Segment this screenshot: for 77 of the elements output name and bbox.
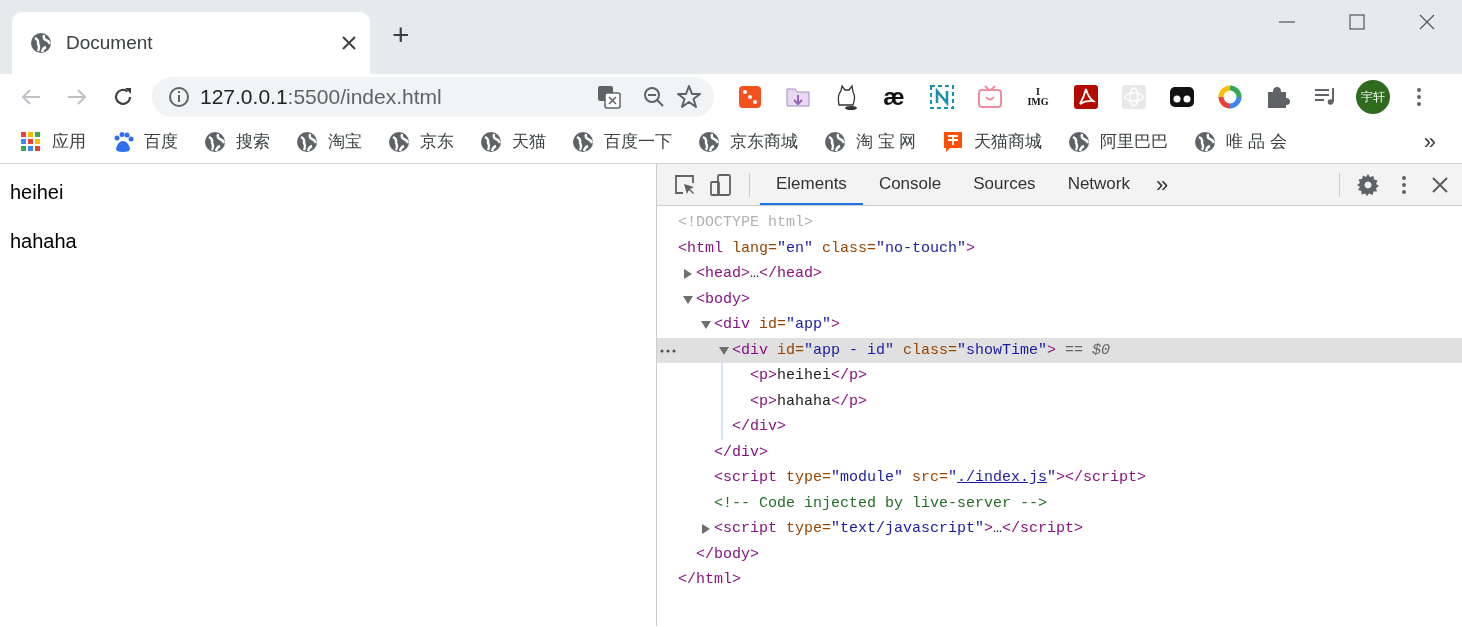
dom-node-line[interactable]: <p>heihei</p>	[723, 363, 1462, 389]
globe-icon	[1068, 130, 1091, 153]
apps-icon	[20, 130, 42, 153]
device-icon[interactable]	[709, 172, 733, 197]
globe-icon	[388, 130, 410, 153]
bookmark-link[interactable]: 应用	[20, 128, 86, 155]
globe-icon	[1194, 130, 1217, 153]
collapsed-arrow-icon[interactable]	[700, 523, 712, 535]
dom-node-line[interactable]: <script type="module" src="./index.js"></script>	[657, 465, 1462, 491]
expanded-arrow-icon[interactable]	[718, 344, 730, 357]
devtools-tab[interactable]: Network	[1051, 164, 1146, 205]
new-tab-button[interactable]: +	[388, 20, 414, 50]
globe-icon	[204, 130, 226, 153]
dom-node-line[interactable]: <head>…</head>	[657, 261, 1462, 287]
bookmark-link[interactable]: 京东商城	[698, 128, 798, 155]
zoom-out-icon[interactable]	[642, 85, 666, 109]
globe-icon	[572, 130, 594, 153]
pdf-icon[interactable]	[1072, 83, 1100, 111]
profile-avatar[interactable]: 宇轩	[1356, 80, 1390, 114]
bookmark-link[interactable]: 淘宝	[296, 128, 362, 155]
dom-node-line[interactable]: <body>	[657, 286, 1462, 312]
close-icon[interactable]	[1419, 14, 1435, 30]
globe-icon	[824, 130, 846, 153]
collapsed-arrow-icon[interactable]	[682, 268, 694, 280]
paw-icon	[112, 130, 134, 153]
dom-node-line[interactable]: <!-- Code injected by live-server -->	[657, 490, 1462, 516]
dom-node-line[interactable]: <p>hahaha</p>	[723, 388, 1462, 414]
dom-node-line[interactable]: </html>	[657, 567, 1462, 593]
expanded-arrow-icon[interactable]	[700, 319, 712, 331]
dice-icon[interactable]	[736, 83, 764, 111]
inspect-icon[interactable]	[673, 172, 697, 197]
globe-icon	[698, 130, 720, 153]
globe-icon	[480, 130, 502, 153]
dom-node-line[interactable]: </body>	[657, 541, 1462, 567]
devtools-tab[interactable]: Elements	[760, 164, 863, 205]
settings-icon[interactable]	[1356, 172, 1380, 197]
page-paragraph: hahaha	[10, 229, 78, 254]
close-icon[interactable]	[1431, 175, 1449, 194]
devtools-tab[interactable]: Sources	[957, 164, 1052, 205]
dom-node-line[interactable]: <script type="text/javascript">…</script>	[657, 516, 1462, 542]
bookmark-link[interactable]: 百度一下	[572, 128, 672, 155]
close-icon[interactable]	[342, 36, 356, 50]
more-tabs-button[interactable]: »	[1146, 168, 1179, 201]
bookmark-link[interactable]: 京东	[388, 128, 454, 155]
page-paragraph: heihei	[10, 180, 65, 205]
translate-icon[interactable]	[596, 84, 622, 110]
globe-icon	[30, 32, 52, 54]
dom-node-line[interactable]: </div>	[657, 439, 1462, 465]
bookmark-link[interactable]: 天猫商城	[942, 128, 1043, 155]
bookmark-link[interactable]: 唯 品 会	[1194, 128, 1287, 155]
star-icon[interactable]	[676, 84, 702, 110]
browser-tab[interactable]: Document	[12, 12, 370, 74]
globe-icon	[296, 130, 318, 153]
kebab-icon[interactable]	[1401, 173, 1407, 196]
bookmark-link[interactable]: 淘 宝 网	[824, 128, 917, 155]
reload-icon[interactable]	[112, 86, 134, 108]
maximize-icon[interactable]	[1349, 14, 1365, 30]
extension-button[interactable]: I IMG	[1027, 87, 1049, 107]
bookmark-link[interactable]: 搜索	[204, 128, 270, 155]
ellipsis-icon[interactable]	[660, 348, 676, 353]
dom-node-line[interactable]: <html lang="en" class="no-touch">	[657, 235, 1462, 261]
address-bar[interactable]: 127.0.0.1:5500/index.html	[152, 77, 714, 117]
bookmark-link[interactable]: 阿里巴巴	[1068, 128, 1169, 155]
bookmark-link[interactable]: 百度	[112, 128, 178, 155]
ring-icon[interactable]	[1216, 83, 1244, 111]
more-bookmarks-button[interactable]: »	[1417, 124, 1442, 159]
expanded-arrow-icon[interactable]	[682, 293, 694, 306]
url-text: 127.0.0.1:5500/index.html	[200, 84, 443, 111]
dom-node-line[interactable]: <div id="app">	[657, 312, 1462, 338]
dom-node-line[interactable]: </div>	[723, 414, 1462, 440]
info-icon[interactable]	[168, 86, 190, 108]
tab-title: Document	[66, 30, 154, 55]
n-icon[interactable]	[928, 83, 956, 111]
devtools-tab[interactable]: Console	[862, 164, 958, 205]
extension-button[interactable]: æ	[870, 77, 918, 117]
bookmark-link[interactable]: 天猫	[480, 128, 546, 155]
taobao-icon	[942, 129, 965, 154]
